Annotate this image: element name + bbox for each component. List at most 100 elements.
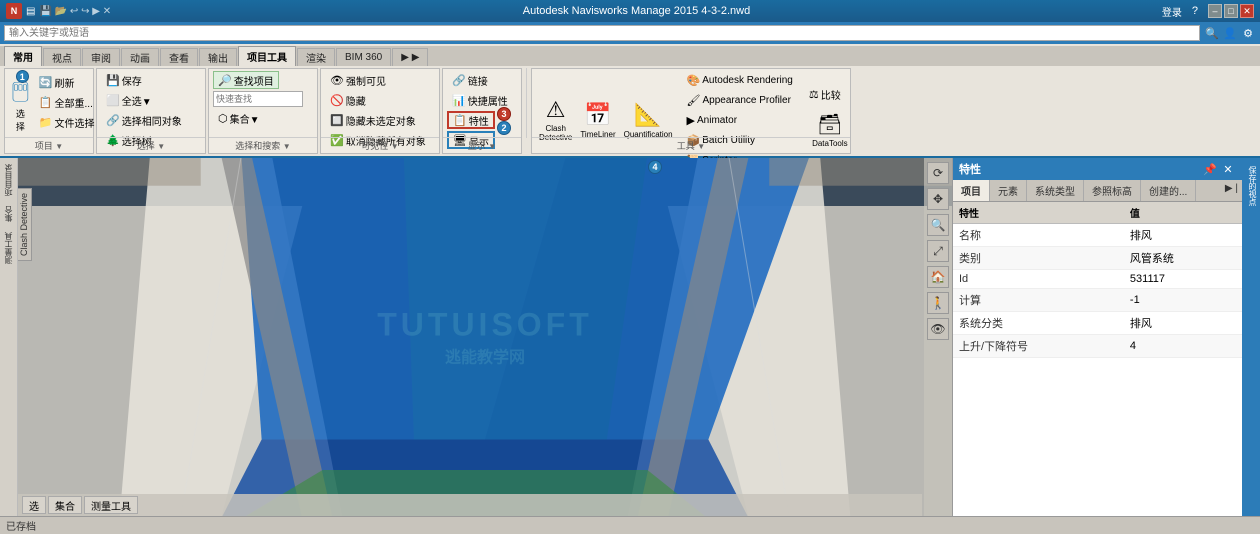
settings-icon[interactable]: ⚙ [1240,25,1256,41]
panel-pin-btn[interactable]: 📌 [1202,161,1218,177]
look-btn[interactable]: 👁 [927,318,949,340]
display-group-label: 显示 ▼ [443,137,521,152]
properties-btn[interactable]: 📋 特性 [447,111,495,129]
save-btn[interactable]: 💾 保存 [101,71,147,89]
viewport-bottom-measure[interactable]: 测量工具 [84,496,138,514]
tab-review[interactable]: 审阅 [82,48,120,66]
ribbon-group-display: 🔗 链接 📊 快捷属性 📋 特性 3 🖥 显 [442,68,522,154]
appearance-profiler-btn[interactable]: 🖌 Appearance Profiler [682,91,798,109]
panel-tab-project[interactable]: 项目 [953,180,990,201]
viewport-bottom-toolbar: 选 集合 测量工具 [18,494,922,516]
maximize-btn[interactable]: □ [1224,4,1238,18]
help-btn[interactable]: ? [1192,5,1198,17]
tab-output[interactable]: 输出 [199,48,237,66]
disp-row3: 📋 特性 3 [447,111,517,129]
ribbon-group-tools: ⚠ Clash Detective 📅 TimeLiner 📐 Quantifi… [531,68,851,154]
search-icon[interactable]: 🔍 [1204,25,1220,41]
title-bar-right: 登录 ? – □ ✕ [1162,4,1254,19]
link-btn[interactable]: 🔗 链接 [447,71,493,89]
menu-icon[interactable]: ▤ [26,6,35,17]
tab-more[interactable]: ▶ ▶ [392,48,428,66]
tools-group-label: 工具 ▼ [532,137,850,152]
prop-header-value: 值 [1124,202,1242,224]
prop-value-5: 排风 [1124,312,1242,335]
project-group-label: 项目 ▼ [5,137,93,152]
all-select-btn[interactable]: ⬜ 全选▼ [101,91,157,109]
search-row1: 🔎 查找项目 [213,71,313,89]
tab-animation[interactable]: 动画 [121,48,159,66]
prop-value-1: 排风 [1124,224,1242,247]
orbit-btn[interactable]: ⟳ [927,162,949,184]
prop-name-2: 类别 [953,247,1124,270]
panel-close-btn[interactable]: ✕ [1220,161,1236,177]
tab-common[interactable]: 常用 [4,46,42,66]
panel-tab-created[interactable]: 创建的... [1141,180,1196,201]
prop-name-3: Id [953,270,1124,289]
search-icons: 🔍 👤 ⚙ [1204,25,1256,41]
select-group-label: 选择 ▼ [97,137,205,152]
compare-btn[interactable]: ⚖ 比较 [804,85,856,103]
save-panel: 保存的视点 [1242,158,1260,516]
autodesk-rendering-btn[interactable]: 🎨 Autodesk Rendering [682,71,798,89]
reload-btn[interactable]: 📋 全部重... [34,93,100,111]
same-obj-btn[interactable]: 🔗 选择相同对象 [101,111,187,129]
find-item-btn[interactable]: 🔎 查找项目 [213,71,279,89]
panel-tab-ref-level[interactable]: 参照标高 [1084,180,1141,201]
hide-btn[interactable]: 🚫 隐藏 [325,91,371,109]
quick-prop-btn[interactable]: 📊 快捷属性 [447,91,513,109]
ribbon-group-project: 🖱 选择 1 🔄 刷新 📋 全部重... 📁 文件选择 [4,68,94,154]
quick-search-input[interactable] [213,91,303,107]
fit-btn[interactable]: ⤢ [927,240,949,262]
properties-table: 特性 值 名称 排风 类别 风管系统 Id 531117 [953,202,1242,358]
file-select-btn[interactable]: 📁 文件选择 [34,113,100,131]
sidebar-item-measure[interactable]: 测量工具 [1,228,16,268]
tab-view[interactable]: 查看 [160,48,198,66]
prop-value-4: -1 [1124,289,1242,312]
viewport[interactable]: TUTUISOFT 逃能教学网 Clash Detective 4 ⟳ ✥ 🔍 … [18,158,952,516]
close-btn[interactable]: ✕ [1240,4,1254,18]
user-icon[interactable]: 👤 [1222,25,1238,41]
walk-btn[interactable]: 🚶 [927,292,949,314]
tab-bim360[interactable]: BIM 360 [336,48,391,66]
login-btn[interactable]: 登录 [1162,4,1182,19]
table-row: 计算 -1 [953,289,1242,312]
panel-tabs-more[interactable]: ▶ | [1221,180,1242,201]
table-row: 类别 风管系统 [953,247,1242,270]
table-row: 上升/下降符号 4 [953,335,1242,358]
viewport-bottom-select[interactable]: 选 [22,496,46,514]
zoom-btn[interactable]: 🔍 [927,214,949,236]
save-viewpoint-btn[interactable]: 保存的视点 [1244,162,1258,210]
minimize-btn[interactable]: – [1208,4,1222,18]
tools-row1: ⚠ Clash Detective 📅 TimeLiner 📐 Quantifi… [536,71,846,169]
refresh-btn[interactable]: 🔄 刷新 [34,73,100,91]
hide-unselected-btn[interactable]: 🔲 隐藏未选定对象 [325,111,421,129]
animator-btn[interactable]: ▶ Animator [682,111,798,129]
tab-project-tools[interactable]: 项目工具 [238,46,296,66]
force-visible-btn[interactable]: 👁 强制可见 [325,71,391,89]
search-bar: 🔍 👤 ⚙ [0,22,1260,44]
sidebar-item-collection[interactable]: 集合 [1,202,16,226]
panel-tab-element[interactable]: 元素 [990,180,1027,201]
title-bar: N ▤ 💾 📂 ↩ ↪ ▶ ✕ Autodesk Navisworks Mana… [0,0,1260,22]
search-row3: ⬡ 集合▼ [213,109,313,127]
panel-tab-system-type[interactable]: 系统类型 [1027,180,1084,201]
viewport-bottom-collection[interactable]: 集合 [48,496,82,514]
set-btn[interactable]: ⬡ 集合▼ [213,109,265,127]
search-row2 [213,91,313,107]
home-btn[interactable]: 🏠 [927,266,949,288]
vis-row1: 👁 强制可见 [325,71,435,89]
select-large-btn[interactable]: 🖱 选择 1 [9,71,32,133]
tab-render[interactable]: 渲染 [297,48,335,66]
pan-btn[interactable]: ✥ [927,188,949,210]
ribbon-tabs: 常用 视点 审阅 动画 查看 输出 项目工具 渲染 BIM 360 ▶ ▶ [0,46,1260,66]
sidebar-item-project[interactable]: 项目目录 [1,160,16,200]
search-group-label: 选择和搜索 ▼ [209,137,317,152]
main-area: 项目目录 集合 测量工具 [0,158,1260,516]
clash-detective-panel-label[interactable]: Clash Detective [18,188,32,261]
tab-viewpoint[interactable]: 视点 [43,48,81,66]
table-row: 名称 排风 [953,224,1242,247]
table-row: Id 531117 [953,270,1242,289]
app-logo[interactable]: N [6,3,22,19]
disp-row2: 📊 快捷属性 [447,91,517,109]
search-input[interactable] [4,25,1200,41]
